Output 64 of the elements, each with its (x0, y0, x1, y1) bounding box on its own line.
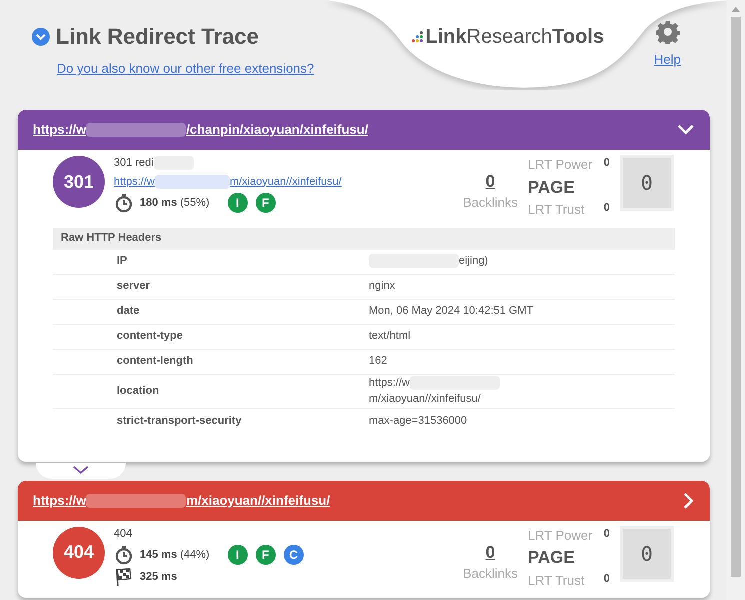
status-text: 404 (114, 526, 134, 542)
page-label: PAGE (528, 176, 576, 198)
backlinks-label: Backlinks (463, 194, 518, 212)
expand-toggle-button[interactable] (683, 492, 695, 510)
redirect-location-link[interactable]: https://w m/xiaoyuan//xinfeifusu/ (114, 174, 464, 190)
total-time: 325 ms (140, 570, 178, 585)
header-value: text/html (369, 329, 412, 344)
status-code-badge: 301 (53, 156, 105, 208)
header-name: content-type (116, 329, 184, 344)
chevron-circle-icon (32, 28, 50, 46)
response-time: 180 ms (55%) (140, 196, 210, 211)
status-text: 301 redi (114, 155, 464, 172)
response-time: 145 ms (44%) (140, 548, 210, 563)
collapse-tab[interactable] (36, 462, 126, 478)
header-value: 162 (369, 354, 388, 370)
settings-icon[interactable] (656, 20, 680, 44)
chevron-right-icon (683, 492, 695, 510)
indicator-badge: C (284, 545, 304, 565)
lrt-power-label: LRT Power (528, 156, 593, 174)
header-name: strict-transport-security (116, 414, 243, 429)
indicator-badge: F (256, 545, 276, 565)
backlinks-count[interactable]: 0 (486, 173, 496, 190)
header-name: IP (116, 254, 128, 270)
status-code-badge: 404 (53, 526, 105, 578)
lrt-trust-label: LRT Trust (528, 201, 585, 219)
indicator-badge: I (228, 545, 248, 565)
indicator-badge: F (256, 193, 276, 213)
stopwatch-icon (114, 193, 134, 213)
header-value: Mon, 06 May 2024 10:42:51 GMT (369, 304, 534, 320)
lrt-power-value: 0 (604, 526, 610, 542)
stopwatch-icon (114, 545, 134, 565)
brand-logo: LinkResearchTools (426, 25, 604, 50)
app-title: Link Redirect Trace (56, 23, 259, 51)
backlinks-count[interactable]: 0 (486, 544, 496, 560)
hop-url-link[interactable]: https://w m/xiaoyuan//xinfeifusu/ (33, 490, 330, 510)
hop-url-link[interactable]: https://w /chanpin/xiaoyuan/xinfeifusu/ (33, 120, 368, 140)
lrt-power-label: LRT Power (528, 526, 593, 544)
score-box: 0 (620, 155, 674, 211)
expand-toggle-button[interactable] (677, 124, 695, 136)
headers-title: Raw HTTP Headers (53, 228, 675, 250)
chevron-down-icon (73, 466, 89, 475)
page-label: PAGE (528, 547, 576, 569)
dots-logo-icon (412, 31, 424, 43)
indicator-badge: I (228, 193, 248, 213)
header-value: nginx (369, 279, 396, 294)
checkered-flag-icon (114, 567, 134, 587)
score-box: 0 (620, 526, 674, 582)
help-link[interactable]: Help (654, 50, 681, 70)
scrollbar-thumb[interactable] (731, 17, 741, 577)
header-value: https://w m/xiaoyuan//xinfeifusu/ (369, 374, 609, 408)
chevron-down-icon (677, 124, 695, 136)
lrt-power-value: 0 (604, 156, 610, 171)
lrt-trust-label: LRT Trust (528, 572, 585, 590)
extensions-link[interactable]: Do you also know our other free extensions? (57, 59, 314, 78)
header-value: eijing) (369, 253, 609, 270)
header-name: date (116, 304, 141, 320)
header-name: content-length (116, 354, 194, 370)
scroll-up-icon (732, 6, 740, 12)
backlinks-label: Backlinks (463, 564, 518, 582)
lrt-trust-value: 0 (604, 201, 610, 216)
lrt-trust-value: 0 (604, 572, 610, 586)
header-value: max-age=31536000 (369, 414, 468, 429)
header-name: location (116, 384, 160, 399)
header-name: server (116, 279, 152, 294)
